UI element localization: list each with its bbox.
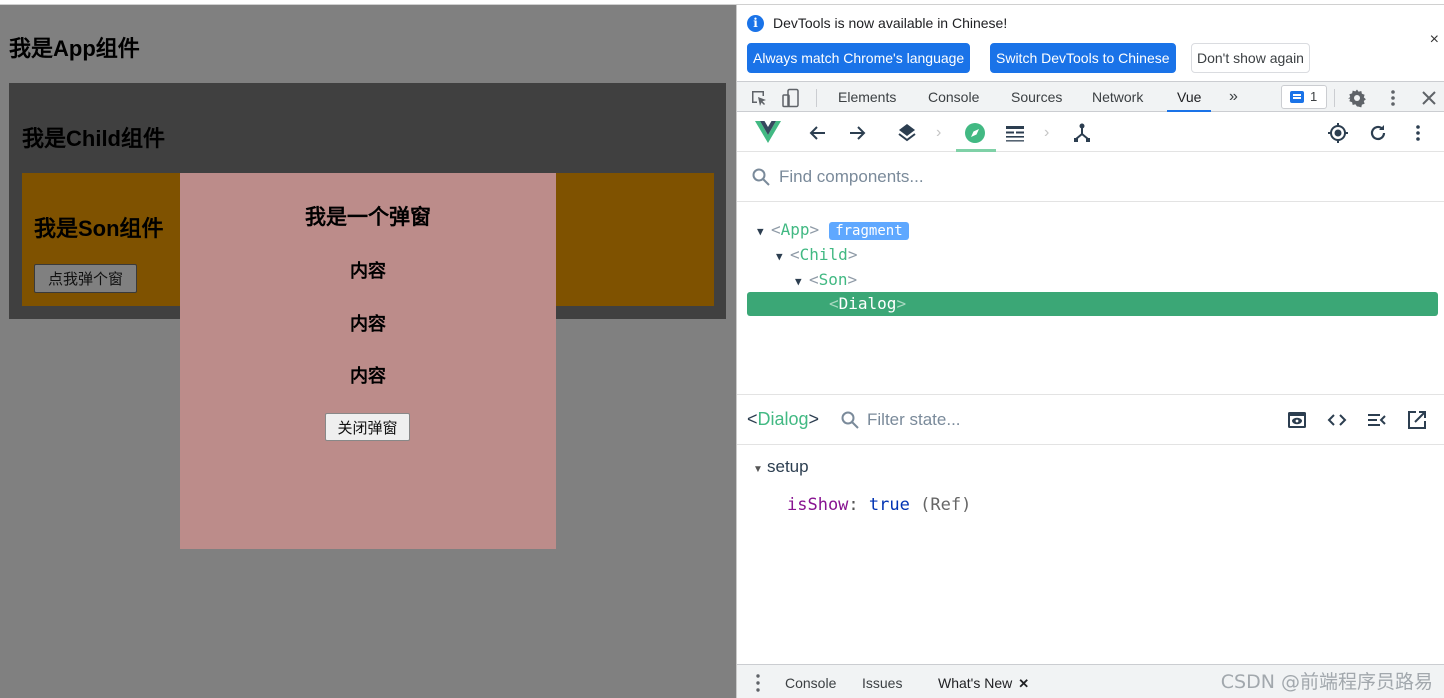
tag-bracket: < <box>829 294 839 313</box>
drawer-tab-console[interactable]: Console <box>773 665 848 698</box>
expand-toggle-icon[interactable]: ▼ <box>757 220 771 244</box>
language-infobar: i DevTools is now available in Chinese! … <box>737 5 1444 81</box>
infobar-close-icon[interactable]: × <box>1430 31 1439 49</box>
tag-bracket: < <box>771 220 781 239</box>
back-arrow-icon[interactable] <box>807 122 829 144</box>
open-in-editor-icon[interactable] <box>1406 409 1428 431</box>
fragment-badge: fragment <box>829 222 909 240</box>
state-property-row[interactable]: isShow: true (Ref) <box>787 495 971 515</box>
dont-show-again-button[interactable]: Don't show again <box>1191 43 1310 73</box>
property-colon: : <box>848 495 859 515</box>
property-type: (Ref) <box>920 495 972 515</box>
always-match-language-button[interactable]: Always match Chrome's language <box>747 43 971 73</box>
tree-node-app[interactable]: ▼ <App> fragment <box>757 218 909 242</box>
message-icon <box>1290 91 1304 103</box>
tab-network[interactable]: Network <box>1082 82 1153 112</box>
property-value[interactable]: true <box>869 495 910 515</box>
drawer-tab-whats-new[interactable]: What's New ✕ <box>926 665 1041 698</box>
component-name: App <box>780 220 810 239</box>
find-components-input[interactable] <box>779 164 1379 190</box>
tree-node-child[interactable]: ▼ <Child> <box>776 243 857 267</box>
dialog-content: 内容 <box>350 314 386 334</box>
component-tree: ▼ <App> fragment ▼ <Child> ▼ <Son> <Dialog> <box>737 202 1444 394</box>
issues-counter-button[interactable]: 1 <box>1281 85 1327 109</box>
devtools-panel: i DevTools is now available in Chinese! … <box>736 4 1444 698</box>
state-inspector: ▼ setup isShow: true (Ref) <box>737 445 1444 665</box>
divider <box>1334 89 1335 107</box>
tab-label: What's New <box>938 675 1013 691</box>
tree-node-dialog-selected[interactable]: <Dialog> <box>747 292 1438 316</box>
inspector-compass-icon[interactable] <box>964 122 986 144</box>
routes-icon[interactable] <box>1071 122 1093 144</box>
section-title: setup <box>767 457 809 476</box>
component-name: Son <box>818 270 848 289</box>
selected-component-name: <Dialog> <box>747 409 820 429</box>
chevron-right-icon: › <box>1044 124 1050 141</box>
scroll-to-component-eye-icon[interactable] <box>1286 409 1308 431</box>
tag-bracket: < <box>809 270 819 289</box>
infobar-message: DevTools is now available in Chinese! <box>773 15 1008 31</box>
component-name: Dialog <box>838 294 897 313</box>
property-key: isShow <box>787 495 849 515</box>
vue-toolbar: › › <box>737 112 1444 152</box>
tag-bracket: < <box>790 245 800 264</box>
info-icon: i <box>747 15 764 32</box>
filter-state-input[interactable] <box>867 407 1167 433</box>
components-layers-icon[interactable] <box>896 122 918 144</box>
dialog-title: 我是一个弹窗 <box>305 206 431 229</box>
tag-bracket: > <box>847 245 858 264</box>
expand-toggle-icon[interactable]: ▼ <box>776 245 790 269</box>
forward-arrow-icon[interactable] <box>846 122 868 144</box>
search-icon <box>840 410 860 430</box>
tag-bracket: > <box>896 294 907 313</box>
dialog-content: 内容 <box>350 366 386 386</box>
inspect-dom-icon[interactable] <box>1366 409 1388 431</box>
drawer-tabbar: Console Issues What's New ✕ CSDN @前端程序员路易 <box>737 664 1444 698</box>
device-toolbar-icon[interactable] <box>781 88 801 108</box>
component-search <box>737 152 1444 202</box>
component-name: Child <box>799 245 848 264</box>
collapse-icon[interactable]: ▼ <box>753 464 767 475</box>
inspect-element-icon[interactable] <box>749 88 769 108</box>
app-viewport: 我是App组件 我是Child组件 我是Son组件 点我弹个窗 我是一个弹窗 内… <box>0 4 736 698</box>
vue-logo-icon <box>755 120 781 144</box>
timeline-icon[interactable] <box>1004 122 1026 144</box>
more-tabs-icon[interactable]: » <box>1219 82 1248 112</box>
child-title: 我是Child组件 <box>22 126 165 151</box>
tree-node-son[interactable]: ▼ <Son> <box>795 268 857 292</box>
open-dialog-button[interactable]: 点我弹个窗 <box>34 264 137 293</box>
close-tab-icon[interactable]: ✕ <box>1018 676 1029 691</box>
devtools-tabbar: Elements Console Sources Network Vue » 1 <box>737 81 1444 112</box>
tab-console[interactable]: Console <box>918 82 989 112</box>
tab-elements[interactable]: Elements <box>828 82 906 112</box>
issues-count: 1 <box>1310 89 1318 104</box>
show-render-code-icon[interactable] <box>1326 409 1348 431</box>
select-component-target-icon[interactable] <box>1327 122 1349 144</box>
refresh-icon[interactable] <box>1367 122 1389 144</box>
tag-bracket: > <box>847 270 858 289</box>
watermark: CSDN @前端程序员路易 <box>1220 671 1433 693</box>
tag-bracket: > <box>809 220 820 239</box>
vue-more-icon[interactable] <box>1407 122 1429 144</box>
chevron-right-icon: › <box>936 124 942 141</box>
dialog: 我是一个弹窗 内容 内容 内容 关闭弹窗 <box>180 173 556 549</box>
drawer-tab-issues[interactable]: Issues <box>850 665 914 698</box>
settings-gear-icon[interactable] <box>1347 88 1367 108</box>
app-title: 我是App组件 <box>9 36 140 61</box>
son-title: 我是Son组件 <box>34 216 164 241</box>
tab-sources[interactable]: Sources <box>1001 82 1072 112</box>
customize-menu-icon[interactable] <box>1383 88 1403 108</box>
drawer-menu-icon[interactable] <box>751 673 765 693</box>
dialog-content: 内容 <box>350 261 386 281</box>
tab-vue[interactable]: Vue <box>1167 82 1212 112</box>
expand-toggle-icon[interactable]: ▼ <box>795 270 809 294</box>
inspector-header: <Dialog> <box>737 394 1444 445</box>
switch-to-chinese-button[interactable]: Switch DevTools to Chinese <box>990 43 1176 73</box>
search-icon <box>751 167 771 187</box>
divider <box>816 89 817 107</box>
setup-section-toggle[interactable]: ▼ setup <box>753 457 809 477</box>
close-devtools-icon[interactable] <box>1419 88 1439 108</box>
close-dialog-button[interactable]: 关闭弹窗 <box>325 413 410 441</box>
